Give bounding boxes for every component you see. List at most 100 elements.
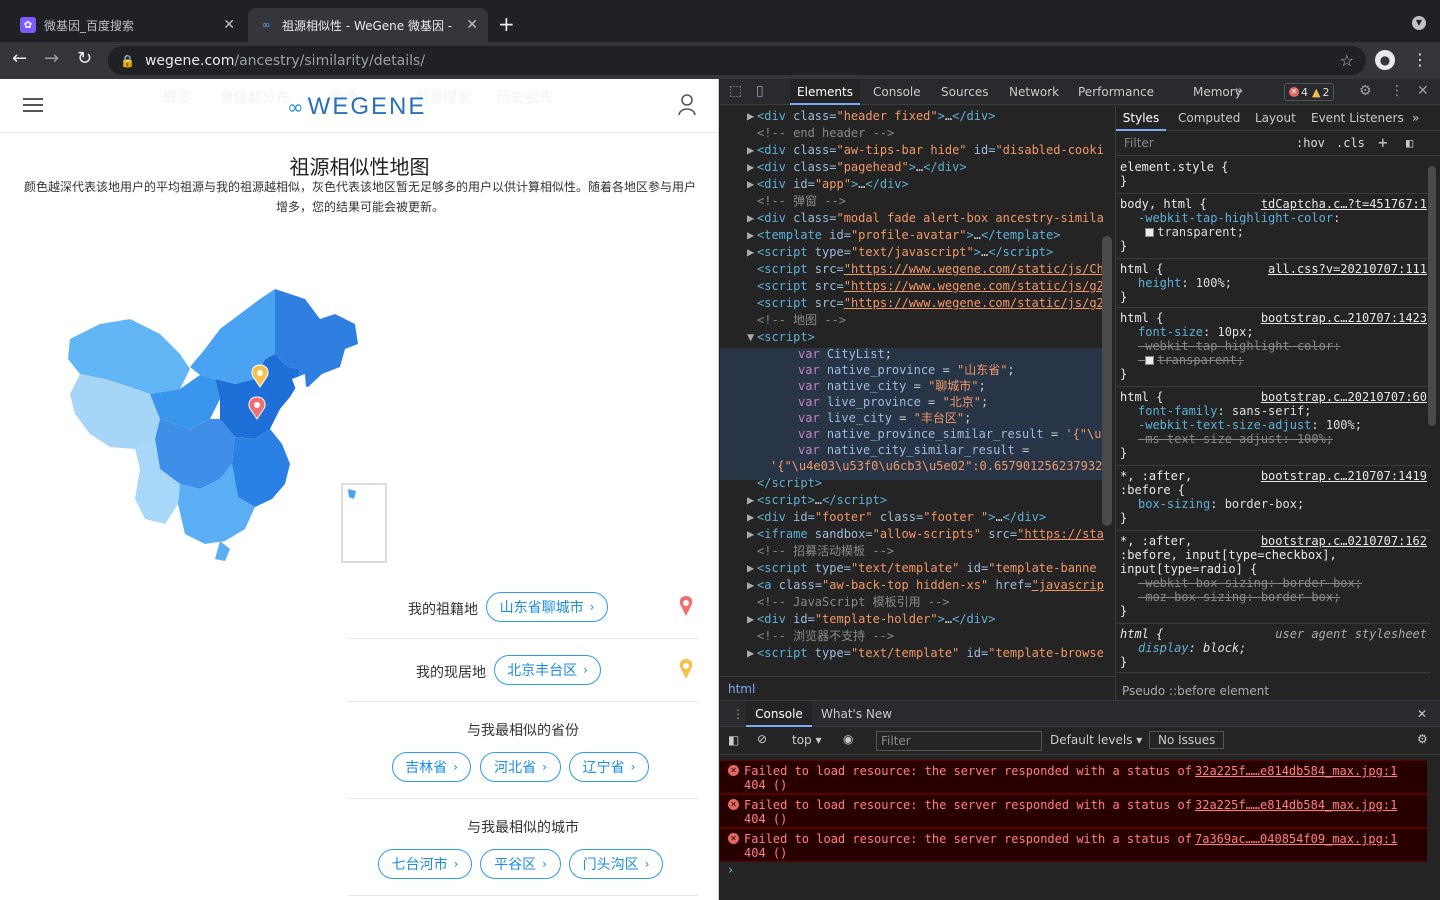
dom-node[interactable]: <script src="https://www.wegene.com/stat…	[757, 278, 1104, 295]
tab-event-listeners[interactable]: Event Listeners	[1311, 106, 1404, 131]
dom-node-expanded[interactable]: ▼ <script>	[747, 329, 815, 346]
dom-comment[interactable]: <!-- 招募活动模板 -->	[757, 543, 894, 560]
console-settings-gear-icon[interactable]: ⚙	[1417, 732, 1428, 746]
devtools-tab-sources[interactable]: Sources	[941, 79, 988, 105]
css-rule[interactable]: html {all.css?v=20210707:111 height: 100…	[1116, 260, 1431, 308]
dom-comment[interactable]: <!-- 弹窗 -->	[757, 193, 846, 210]
console-prompt-chevron-icon[interactable]: ›	[728, 863, 733, 878]
similar-city-button[interactable]: 平谷区 ›	[480, 849, 561, 879]
css-rule[interactable]: html {bootstrap.c…20210707:60 font-famil…	[1116, 388, 1431, 466]
error-source-link[interactable]: 32a225f……e814db584_max.jpg:1	[1195, 764, 1397, 778]
dom-node[interactable]: ▶ <script type="text/template" id="templa…	[747, 560, 1097, 577]
dom-node[interactable]: ▶ <div id="template-holder">…</div>	[747, 611, 995, 628]
dom-node[interactable]: ▶ <script type="text/javascript">…</scrip…	[747, 244, 1053, 261]
console-filter-input[interactable]: Filter	[876, 731, 1042, 751]
css-rule[interactable]: *, :after, bootstrap.c…0210707:162 :befor…	[1116, 532, 1431, 624]
bookmark-star-icon[interactable]: ☆	[1340, 51, 1354, 70]
similar-city-button[interactable]: 门头沟区 ›	[569, 849, 663, 879]
devtools-tab-performance[interactable]: Performance	[1078, 79, 1154, 105]
dom-node[interactable]: ▶ <script>…</script>	[747, 492, 887, 509]
live-expression-eye-icon[interactable]: ◉	[843, 732, 853, 746]
close-tab-icon[interactable]: ✕	[223, 17, 235, 33]
similar-city-button[interactable]: 七台河市 ›	[378, 849, 472, 879]
native-place-button[interactable]: 山东省聊城市 ›	[486, 592, 608, 622]
similar-province-button[interactable]: 河北省 ›	[480, 752, 561, 782]
dom-breadcrumb[interactable]: html	[720, 676, 1115, 700]
elements-scrollbar[interactable]	[1102, 236, 1112, 526]
similar-province-button[interactable]: 辽宁省 ›	[569, 752, 649, 782]
devtools-tab-network[interactable]: Network	[1009, 79, 1059, 105]
rule-source-link[interactable]: bootstrap.c…210707:1423	[1261, 311, 1427, 325]
similar-province-button[interactable]: 吉林省 ›	[392, 752, 471, 782]
new-rule-icon[interactable]: +	[1378, 133, 1388, 152]
more-tabs-icon[interactable]: »	[1235, 83, 1244, 99]
clear-console-icon[interactable]: ⊘	[757, 732, 767, 746]
new-tab-icon[interactable]: +	[498, 12, 515, 36]
back-icon[interactable]: ←	[12, 48, 27, 69]
profile-avatar-icon[interactable]: ●	[1375, 50, 1395, 70]
css-rule[interactable]: html {bootstrap.c…210707:1423 font-size:…	[1116, 309, 1431, 387]
settings-gear-icon[interactable]: ⚙	[1359, 83, 1372, 99]
dom-comment[interactable]: <!-- JavaScript 模板引用 -->	[757, 594, 950, 611]
show-sidebar-icon[interactable]: ◧	[728, 733, 739, 747]
live-place-button[interactable]: 北京丰台区 ›	[494, 655, 601, 685]
tab-search-icon[interactable]: ▼	[1412, 16, 1426, 30]
dom-node[interactable]: <script src="https://www.wegene.com/stat…	[757, 295, 1104, 312]
error-source-link[interactable]: 32a225f……e814db584_max.jpg:1	[1195, 798, 1397, 812]
reload-icon[interactable]: ↻	[77, 48, 92, 69]
more-tabs-icon[interactable]: »	[1412, 106, 1419, 131]
rule-source-link[interactable]: bootstrap.c…20210707:60	[1261, 390, 1427, 404]
dom-node[interactable]: ▶ <iframe sandbox="allow-scripts" src="ht…	[747, 526, 1104, 543]
customize-kebab-icon[interactable]: ⋮	[1390, 83, 1404, 99]
css-rule[interactable]: *, :after, bootstrap.c…210707:1419 :befor…	[1116, 467, 1431, 531]
close-tab-icon[interactable]: ✕	[466, 17, 478, 33]
drawer-tab-whats-new[interactable]: What's New	[821, 701, 892, 727]
browser-tab-wegene[interactable]: ∞ 祖源相似性 - WeGene 微基因 - ✕	[248, 8, 488, 42]
devtools-tab-console[interactable]: Console	[873, 79, 921, 105]
dom-node[interactable]: <script src="https://www.wegene.com/stat…	[757, 261, 1104, 278]
dom-node[interactable]: ▶ <div class="pagehead">…</div>	[747, 159, 967, 176]
rule-source-link[interactable]: all.css?v=20210707:111	[1268, 262, 1427, 276]
china-similarity-map[interactable]	[60, 279, 400, 569]
dom-node[interactable]: ▶ <div id="app">…</div>	[747, 176, 909, 193]
dom-comment[interactable]: <!-- 地图 -->	[757, 312, 846, 329]
dom-comment[interactable]: <!-- end header -->	[757, 125, 894, 142]
issues-counter[interactable]: ✕ 4 ▲ 2	[1284, 83, 1335, 101]
address-bar[interactable]: 🔒 wegene.com/ancestry/similarity/details…	[108, 46, 1366, 75]
drawer-tab-console[interactable]: Console	[746, 701, 812, 727]
dom-node[interactable]: ▶ <div class="header fixed">…</div>	[747, 108, 995, 125]
tab-computed[interactable]: Computed	[1178, 106, 1240, 131]
close-devtools-icon[interactable]: ✕	[1417, 83, 1429, 99]
css-rule[interactable]: body, html {tdCaptcha.c…?t=451767:1 -web…	[1116, 195, 1431, 259]
device-toolbar-icon[interactable]: ▯	[756, 83, 764, 99]
cls-toggle[interactable]: .cls	[1336, 136, 1365, 150]
user-account-icon[interactable]	[678, 94, 696, 116]
rule-source-link[interactable]: bootstrap.c…0210707:162	[1261, 534, 1427, 548]
toggle-sidebar-icon[interactable]: ◧	[1406, 136, 1413, 150]
issues-button[interactable]: No Issues	[1149, 731, 1225, 749]
forward-icon[interactable]: →	[44, 48, 59, 69]
dom-node[interactable]: ▶ <script type="text/template" id="templa…	[747, 645, 1104, 662]
dom-node[interactable]: ▶ <div id="footer" class="footer ">…</div…	[747, 509, 1046, 526]
context-select[interactable]: top ▾	[792, 733, 822, 747]
browser-tab-baidu[interactable]: ✿ 微基因_百度搜索 ✕	[10, 8, 245, 42]
rule-source-link[interactable]: tdCaptcha.c…?t=451767:1	[1261, 197, 1427, 211]
dom-node[interactable]: ▶ <template id="profile-avatar">…</templa…	[747, 227, 1060, 244]
dom-node[interactable]: ▶ <div class="modal fade alert-box ancest…	[747, 210, 1104, 227]
browser-menu-icon[interactable]: ⋮	[1412, 50, 1428, 69]
dom-comment[interactable]: <!-- 浏览器不支持 -->	[757, 628, 894, 645]
elements-tree[interactable]: ▶ <div class="header fixed">…</div> <!-- …	[720, 106, 1115, 676]
tab-styles[interactable]: Styles	[1116, 106, 1166, 131]
css-rule[interactable]: element.style {}	[1116, 158, 1431, 194]
rule-source-link[interactable]: bootstrap.c…210707:1419	[1261, 469, 1427, 483]
dom-node[interactable]: ▶ <a class="aw-back-top hidden-xs" href="…	[747, 577, 1104, 594]
hov-toggle[interactable]: :hov	[1296, 136, 1325, 150]
close-drawer-icon[interactable]: ✕	[1417, 701, 1427, 727]
styles-filter-input[interactable]: Filter	[1124, 136, 1154, 150]
log-levels-select[interactable]: Default levels ▾	[1050, 733, 1142, 747]
dom-node[interactable]: ▶ <div class="aw-tips-bar hide" id="disab…	[747, 142, 1104, 159]
error-source-link[interactable]: 7a369ac……040854f09_max.jpg:1	[1195, 832, 1397, 846]
wegene-logo[interactable]: ∞ WEGENE	[287, 93, 426, 121]
drawer-menu-icon[interactable]: ⋮	[732, 701, 744, 727]
tab-layout[interactable]: Layout	[1255, 106, 1296, 131]
